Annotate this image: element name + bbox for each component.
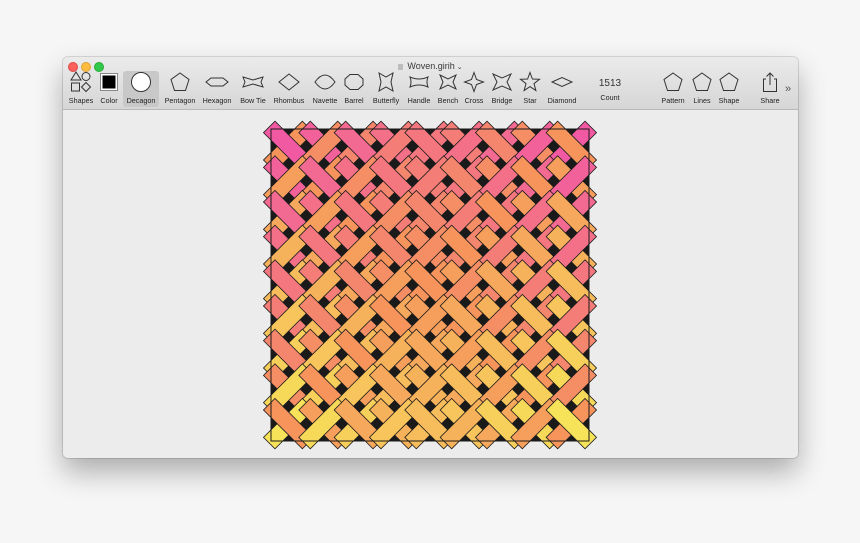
bench-button[interactable]: Bench <box>435 71 461 107</box>
share-button[interactable]: Share <box>757 71 783 107</box>
butterfly-label: Butterfly <box>372 96 400 105</box>
pattern-label: Pattern <box>661 96 685 105</box>
star-button[interactable]: Star <box>518 71 542 107</box>
navette-label: Navette <box>312 96 338 105</box>
weave-pattern[interactable] <box>63 110 798 458</box>
pattern-button[interactable]: Pattern <box>657 71 689 107</box>
handle-icon <box>409 76 429 88</box>
lines-button[interactable]: Lines <box>689 71 715 107</box>
shapes-label: Shapes <box>68 96 94 105</box>
share-icon <box>763 72 777 92</box>
color-button[interactable]: Color <box>98 71 120 107</box>
toolbar: Woven.girih ⌄ Shapes Color Decagon Penta… <box>63 57 798 110</box>
bench-label: Bench <box>437 96 459 105</box>
pentagon-label: Pentagon <box>164 96 196 105</box>
cross-icon <box>463 71 485 93</box>
cross-button[interactable]: Cross <box>462 71 486 107</box>
handle-button[interactable]: Handle <box>405 71 433 107</box>
barrel-icon <box>344 74 364 90</box>
rhombus-label: Rhombus <box>273 96 305 105</box>
hexagon-button[interactable]: Hexagon <box>200 71 234 107</box>
butterfly-button[interactable]: Butterfly <box>368 71 404 107</box>
bow-tie-label: Bow Tie <box>240 96 266 105</box>
diamond-label: Diamond <box>547 96 577 105</box>
shape-label: Shape <box>718 96 740 105</box>
hexagon-label: Hexagon <box>202 96 232 105</box>
color-label: Color <box>100 96 118 105</box>
bow-tie-icon <box>242 76 264 88</box>
document-icon <box>398 63 404 70</box>
canvas[interactable] <box>63 110 798 458</box>
decagon-label: Decagon <box>126 96 156 105</box>
barrel-button[interactable]: Barrel <box>342 71 366 107</box>
share-label: Share <box>760 96 780 105</box>
shapes-button[interactable]: Shapes <box>66 71 96 107</box>
decagon-icon <box>131 72 151 92</box>
count-display: 1513 Count <box>593 71 627 107</box>
navette-icon <box>314 74 336 90</box>
rhombus-button[interactable]: Rhombus <box>271 71 307 107</box>
count-value: 1513 <box>598 78 622 89</box>
pentagon-button[interactable]: Pentagon <box>162 71 198 107</box>
navette-button[interactable]: Navette <box>309 71 341 107</box>
handle-label: Handle <box>407 96 431 105</box>
color-swatch-icon <box>100 73 118 91</box>
bridge-label: Bridge <box>491 96 513 105</box>
count-label: Count <box>600 93 620 102</box>
butterfly-icon <box>378 72 394 92</box>
bench-icon <box>439 73 457 91</box>
lines-label: Lines <box>693 96 711 105</box>
shapes-icon <box>70 71 92 93</box>
lines-icon <box>692 72 712 91</box>
diamond-button[interactable]: Diamond <box>544 71 580 107</box>
hexagon-icon <box>205 77 229 87</box>
shape-icon <box>719 72 739 91</box>
decagon-button[interactable]: Decagon <box>123 71 159 107</box>
rhombus-icon <box>278 73 300 91</box>
pentagon-icon <box>170 72 190 91</box>
bridge-icon <box>491 72 513 92</box>
barrel-label: Barrel <box>344 96 364 105</box>
app-window: Woven.girih ⌄ Shapes Color Decagon Penta… <box>63 57 798 458</box>
star-icon <box>519 71 541 92</box>
pattern-icon <box>663 72 683 91</box>
shape-button[interactable]: Shape <box>715 71 743 107</box>
cross-label: Cross <box>464 96 484 105</box>
diamond-icon <box>550 76 574 88</box>
chevron-down-icon: ⌄ <box>456 64 463 71</box>
star-label: Star <box>523 96 537 105</box>
window-title: Woven.girih <box>407 61 455 71</box>
bow-tie-button[interactable]: Bow Tie <box>237 71 269 107</box>
overflow-chevron-icon[interactable]: » <box>785 83 791 95</box>
bridge-button[interactable]: Bridge <box>487 71 517 107</box>
